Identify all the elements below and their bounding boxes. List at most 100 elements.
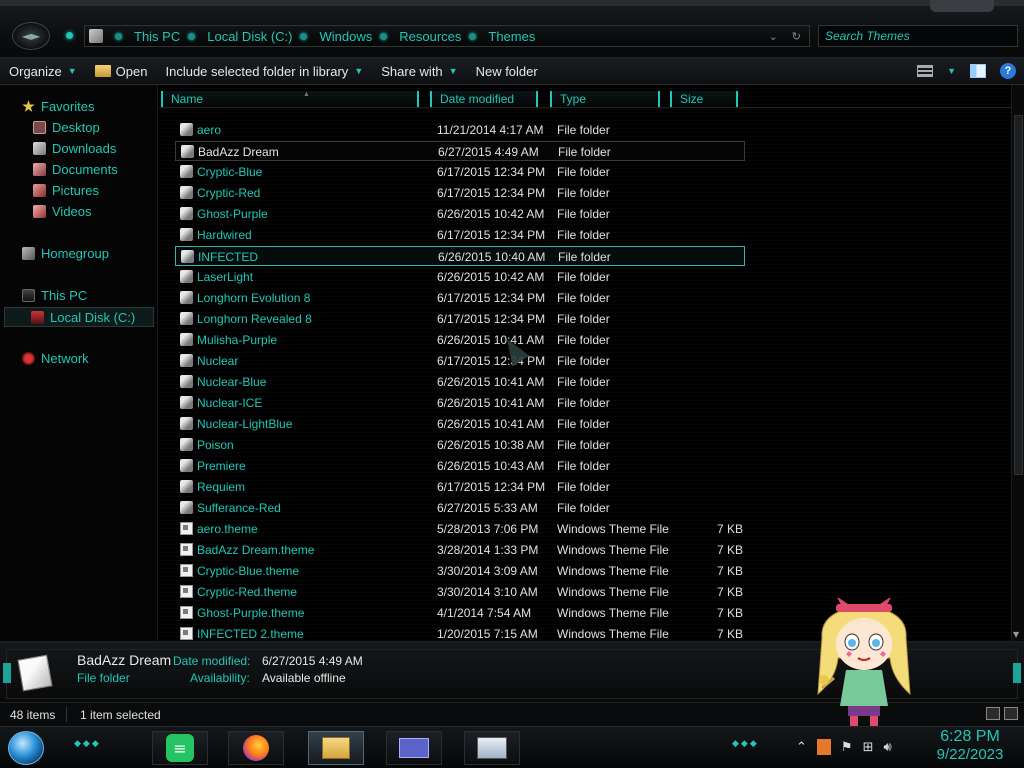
folder-row[interactable]: Premiere 6/26/2015 10:43 AM File folder: [175, 456, 745, 476]
address-dropdown-icon[interactable]: ⌄: [769, 30, 778, 43]
theme-file-row[interactable]: INFECTED 2.theme 1/20/2015 7:15 AM Windows…: [175, 624, 745, 641]
open-button[interactable]: Open: [86, 58, 157, 84]
folder-row[interactable]: BadAzz Dream 6/27/2015 4:49 AM File folder: [175, 141, 745, 161]
nav-videos[interactable]: Videos: [33, 204, 92, 219]
nav-pictures[interactable]: Pictures: [33, 183, 99, 198]
taskbar-clock[interactable]: 6:28 PM 9/22/2023: [930, 728, 1010, 763]
nav-network[interactable]: Network: [22, 351, 89, 366]
desktop-icon: [33, 121, 46, 134]
folder-row[interactable]: Sufferance-Red 6/27/2015 5:33 AM File fold…: [175, 498, 745, 518]
volume-icon[interactable]: 🔊︎: [883, 740, 891, 755]
taskbar-file-explorer[interactable]: [308, 731, 364, 765]
file-date: 6/26/2015 10:42 AM: [437, 270, 545, 284]
change-view-icon[interactable]: [917, 65, 934, 77]
search-input[interactable]: Search Themes: [818, 25, 1018, 47]
theme-file-row[interactable]: Ghost-Purple.theme 4/1/2014 7:54 AM Window…: [175, 603, 745, 623]
column-header-type[interactable]: Type: [550, 91, 660, 108]
show-hidden-icons-icon[interactable]: ⌃: [796, 740, 807, 755]
selection-count: 1 item selected: [80, 708, 161, 722]
scrollbar-thumb[interactable]: [1014, 115, 1023, 475]
folder-row[interactable]: Nuclear-ICE 6/26/2015 10:41 AM File folder: [175, 393, 745, 413]
breadcrumb-this-pc[interactable]: This PC: [134, 29, 180, 44]
taskbar-firefox[interactable]: [228, 731, 284, 765]
folder-row[interactable]: Requiem 6/17/2015 12:34 PM File folder: [175, 477, 745, 497]
theme-file-row[interactable]: Cryptic-Red.theme 3/30/2014 3:10 AM Window…: [175, 582, 745, 602]
folder-row[interactable]: Longhorn Revealed 8 6/17/2015 12:34 PM Fil…: [175, 309, 745, 329]
nav-local-disk[interactable]: Local Disk (C:): [4, 307, 154, 327]
nav-downloads[interactable]: Downloads: [33, 141, 116, 156]
nav-homegroup[interactable]: Homegroup: [22, 246, 109, 261]
nav-this-pc[interactable]: This PC: [22, 288, 87, 303]
new-folder-button[interactable]: New folder: [467, 58, 547, 84]
taskbar: ◆◆◆ ≡ ◆◆◆ ⌃ ⚑ ⊞ 🔊︎ 6:28 PM 9/22/2023: [0, 726, 1024, 768]
file-type: File folder: [557, 333, 610, 347]
theme-file-row[interactable]: Cryptic-Blue.theme 3/30/2014 3:09 AM Windo…: [175, 561, 745, 581]
file-type: File folder: [557, 165, 610, 179]
taskbar-notes-app[interactable]: ≡: [152, 731, 208, 765]
folder-row[interactable]: Nuclear-LightBlue 6/26/2015 10:41 AM File …: [175, 414, 745, 434]
folder-row[interactable]: Nuclear-Blue 6/26/2015 10:41 AM File folde…: [175, 372, 745, 392]
breadcrumb-separator-icon[interactable]: [469, 32, 477, 40]
theme-file-row[interactable]: aero.theme 5/28/2013 7:06 PM Windows Theme…: [175, 519, 745, 539]
file-name: INFECTED: [198, 250, 258, 264]
folder-row[interactable]: LaserLight 6/26/2015 10:42 AM File folder: [175, 267, 745, 287]
folder-row[interactable]: INFECTED 6/26/2015 10:40 AM File folder: [175, 246, 745, 266]
folder-row[interactable]: Cryptic-Red 6/17/2015 12:34 PM File folder: [175, 183, 745, 203]
breadcrumb-separator-icon[interactable]: [115, 32, 122, 40]
address-bar[interactable]: This PC Local Disk (C:) Windows Resource…: [84, 25, 810, 47]
column-header-date[interactable]: Date modified: [430, 91, 538, 108]
breadcrumb-themes[interactable]: Themes: [488, 29, 535, 44]
details-view-icon[interactable]: [986, 707, 1000, 720]
back-forward-button[interactable]: ◄►: [12, 22, 50, 50]
breadcrumb-resources[interactable]: Resources: [399, 29, 461, 44]
start-button[interactable]: [8, 731, 44, 765]
breadcrumb-windows[interactable]: Windows: [319, 29, 372, 44]
documents-icon: [33, 163, 46, 176]
folder-row[interactable]: Cryptic-Blue 6/17/2015 12:34 PM File folde…: [175, 162, 745, 182]
action-center-flag-icon[interactable]: ⚑: [841, 740, 853, 755]
nav-favorites[interactable]: Favorites: [22, 99, 94, 114]
taskbar-system-app[interactable]: [464, 731, 520, 765]
theme-file-row[interactable]: BadAzz Dream.theme 3/28/2014 1:33 PM Windo…: [175, 540, 745, 560]
folder-row[interactable]: Mulisha-Purple 6/26/2015 10:41 AM File fol…: [175, 330, 745, 350]
network-status-icon[interactable]: ⊞: [863, 740, 874, 755]
nav-documents[interactable]: Documents: [33, 162, 118, 177]
folder-icon: [181, 145, 194, 158]
scroll-down-icon[interactable]: ▼: [1013, 630, 1019, 639]
file-date: 6/17/2015 12:34 PM: [437, 480, 546, 494]
tray-app-icon[interactable]: [816, 739, 831, 755]
organize-button[interactable]: Organize ▼: [0, 58, 86, 84]
folder-row[interactable]: Longhorn Evolution 8 6/17/2015 12:34 PM Fi…: [175, 288, 745, 308]
file-type: File folder: [557, 123, 610, 137]
breadcrumb-local-disk[interactable]: Local Disk (C:): [207, 29, 292, 44]
vertical-scrollbar[interactable]: ▼: [1011, 85, 1024, 641]
homegroup-icon: [22, 247, 35, 260]
file-date: 4/1/2014 7:54 AM: [437, 606, 532, 620]
column-header-size[interactable]: Size: [670, 91, 738, 108]
large-icons-view-icon[interactable]: [1004, 707, 1018, 720]
preview-pane-icon[interactable]: [970, 64, 986, 78]
folder-row[interactable]: Ghost-Purple 6/26/2015 10:42 AM File folde…: [175, 204, 745, 224]
window-controls[interactable]: [930, 0, 994, 12]
folder-row[interactable]: aero 11/21/2014 4:17 AM File folder: [175, 120, 745, 140]
breadcrumb-separator-icon[interactable]: [380, 32, 388, 40]
folder-icon: [180, 333, 193, 346]
file-name: Poison: [197, 438, 234, 452]
taskbar-app-card[interactable]: [386, 731, 442, 765]
share-with-button[interactable]: Share with ▼: [372, 58, 466, 84]
refresh-icon[interactable]: ↻: [792, 30, 801, 43]
file-date: 3/30/2014 3:09 AM: [437, 564, 538, 578]
view-dropdown-icon[interactable]: ▼: [947, 66, 956, 76]
folder-row[interactable]: Poison 6/26/2015 10:38 AM File folder: [175, 435, 745, 455]
help-icon[interactable]: ?: [1000, 63, 1016, 79]
include-in-library-button[interactable]: Include selected folder in library ▼: [156, 58, 372, 84]
nav-desktop[interactable]: Desktop: [33, 120, 100, 135]
column-header-name[interactable]: ▲ Name: [161, 91, 419, 108]
breadcrumb-separator-icon[interactable]: [300, 32, 308, 40]
recent-locations-icon[interactable]: [66, 32, 73, 39]
organize-label: Organize: [9, 63, 62, 79]
file-type: Windows Theme File: [557, 522, 669, 536]
folder-row[interactable]: Nuclear 6/17/2015 12:34 PM File folder: [175, 351, 745, 371]
folder-row[interactable]: Hardwired 6/17/2015 12:34 PM File folder: [175, 225, 745, 245]
breadcrumb-separator-icon[interactable]: [188, 32, 196, 40]
